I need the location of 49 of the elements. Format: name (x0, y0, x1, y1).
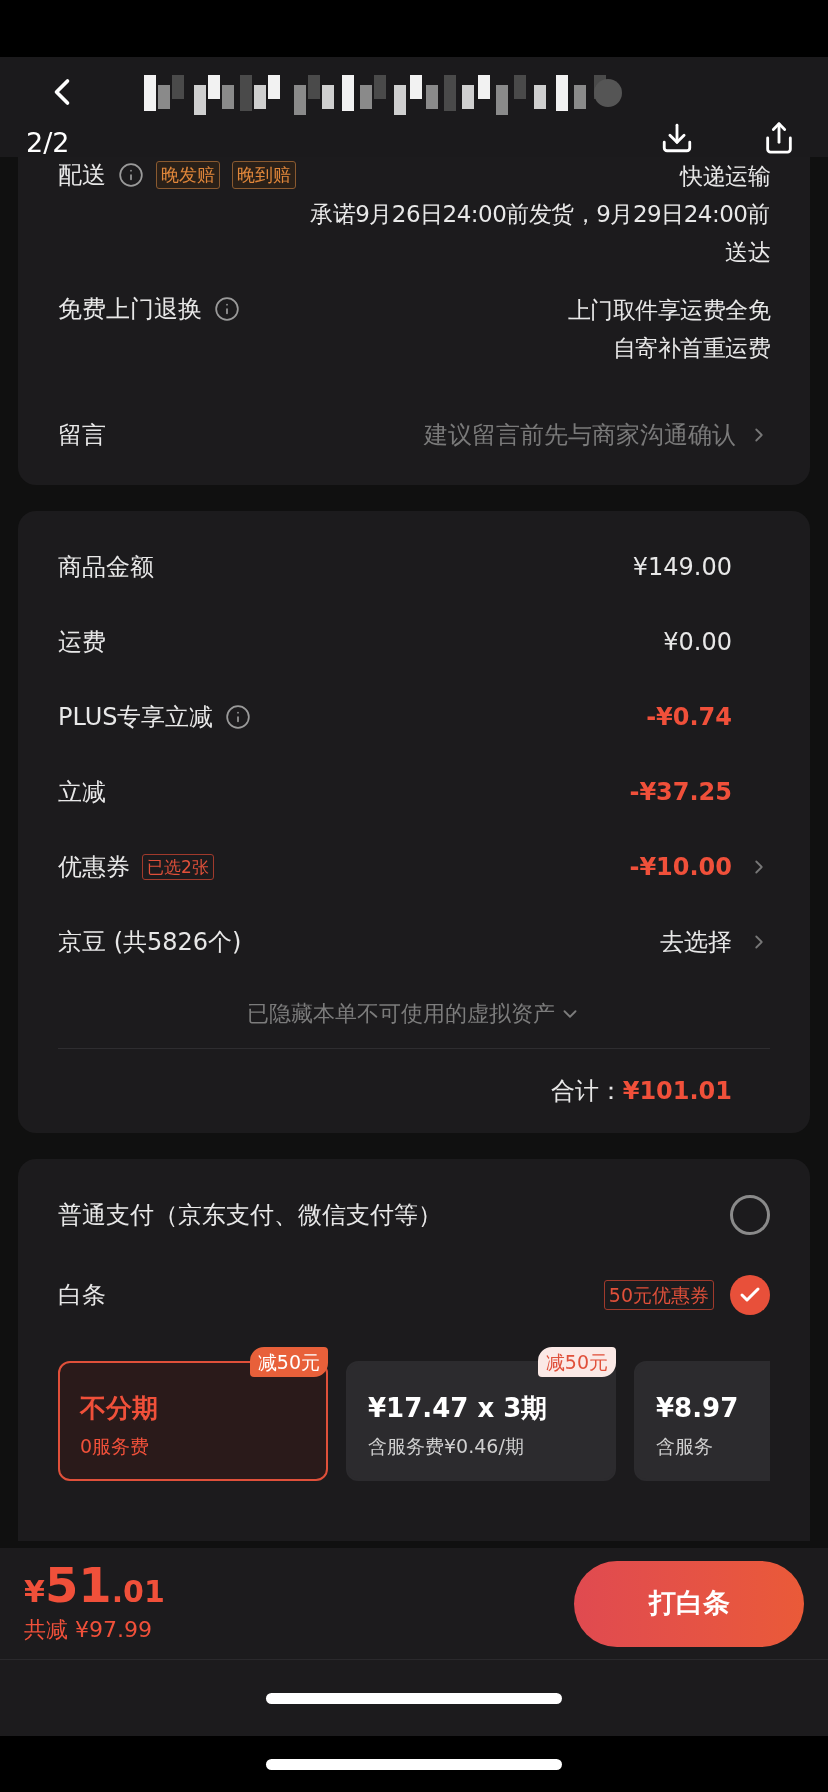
row-label: 商品金额 (58, 551, 154, 583)
row-label: PLUS专享立减 (58, 701, 214, 733)
discount-tag: 减50元 (537, 1347, 616, 1377)
info-icon[interactable] (118, 162, 144, 188)
row-value: -¥37.25 (629, 776, 732, 808)
page-indicator: 2/2 (26, 126, 70, 160)
row-label: 配送 (58, 160, 106, 191)
plan-title: ¥8.97 (656, 1392, 740, 1425)
download-icon[interactable] (660, 121, 694, 155)
row-value: ¥149.00 (632, 551, 732, 583)
row-label: 京豆 (共5826个) (58, 926, 242, 958)
plan-title: ¥17.47 x 3期 (368, 1392, 549, 1425)
total-price: ¥51.01 (24, 1561, 165, 1609)
coupon-count-badge: 已选2张 (142, 853, 214, 880)
payment-option-label: 普通支付（京东支付、微信支付等） (58, 1200, 442, 1231)
radio-checked[interactable] (730, 1275, 770, 1315)
payment-option-label: 白条 (58, 1280, 106, 1311)
row-value: 承诺9月26日24:00前发货，9月29日24:00前 (310, 200, 770, 229)
plan-subtitle: 0服务费 (80, 1434, 151, 1459)
row-value: 去选择 (660, 926, 732, 958)
coupon-badge: 50元优惠券 (603, 1280, 714, 1310)
row-value: 送达 (725, 238, 770, 267)
plan-subtitle: 含服务费¥0.46/期 (368, 1434, 525, 1459)
row-value: -¥10.00 (629, 851, 732, 883)
savings-text: 共减 ¥97.99 (24, 1616, 153, 1644)
message-field[interactable]: 建议留言前先与商家沟通确认 (326, 417, 736, 453)
plan-title: 不分期 (80, 1392, 159, 1425)
discount-tag: 减50元 (249, 1347, 328, 1377)
row-value: 自寄补首重运费 (612, 334, 770, 363)
plan-subtitle: 含服务 (656, 1434, 714, 1459)
row-label: 优惠券 (58, 851, 130, 883)
info-icon[interactable] (225, 703, 252, 730)
row-label: 立减 (58, 776, 106, 808)
row-label: 留言 (58, 420, 106, 451)
row-value: ¥0.00 (663, 626, 732, 658)
tag: 晚到赔 (232, 161, 296, 189)
hidden-assets-toggle[interactable]: 已隐藏本单不可使用的虚拟资产 (247, 997, 581, 1030)
row-label: 运费 (58, 626, 106, 658)
row-label: 免费上门退换 (58, 294, 202, 325)
total-label: 合计： (550, 1076, 623, 1107)
row-value: -¥0.74 (646, 701, 732, 733)
tag: 晚发赔 (156, 161, 220, 189)
row-value: 快递运输 (680, 162, 770, 191)
row-value: 上门取件享运费全免 (567, 296, 770, 325)
total-value: ¥101.01 (622, 1076, 732, 1107)
pay-button[interactable]: 打白条 (574, 1560, 804, 1647)
installment-option[interactable]: ¥8.97 含服务 (634, 1361, 770, 1481)
radio-button[interactable] (730, 1195, 770, 1235)
info-icon[interactable] (214, 296, 240, 322)
